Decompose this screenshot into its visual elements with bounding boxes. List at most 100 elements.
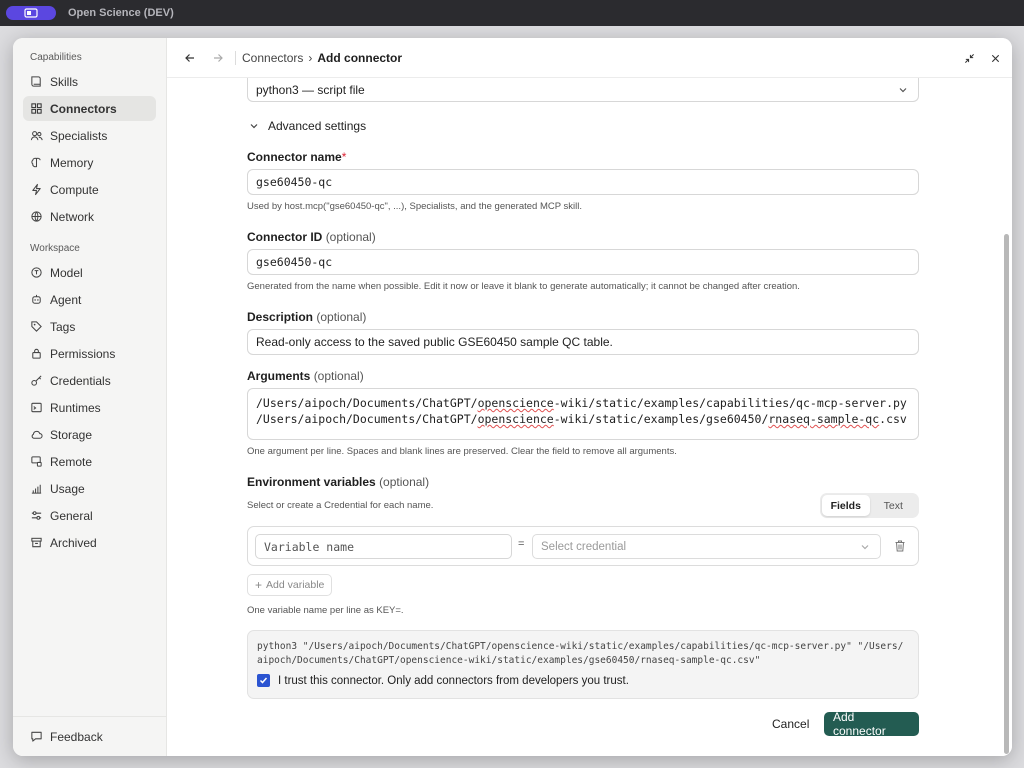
sidebar-item-network[interactable]: Network [23,204,156,229]
arguments-textarea[interactable]: /Users/aipoch/Documents/ChatGPT/openscie… [247,388,919,440]
chevron-down-icon [250,124,258,129]
sidebar-item-label: Usage [50,481,85,496]
sidebar-item-label: Storage [50,427,93,442]
brain-icon [31,157,41,168]
sidebar-item-label: Credentials [50,373,111,388]
credential-select[interactable]: Select credential [532,534,881,559]
sidebar-item-label: General [50,508,93,523]
forward-button[interactable] [207,47,229,69]
argument-line: /Users/aipoch/Documents/ChatGPT/openscie… [256,395,910,411]
form-scroll-area[interactable]: python3 — script file Advanced settings … [167,78,1000,756]
text-segment: /Users/aipoch/Documents/ChatGPT/ [256,412,478,426]
main-panel: Connectors › Add connector python3 — scr… [167,38,1012,756]
cancel-button[interactable]: Cancel [772,712,809,736]
sidebar-item-tags[interactable]: Tags [23,314,156,339]
page-title: Add connector [317,50,403,65]
back-button[interactable] [179,47,201,69]
users-icon [30,131,43,141]
env-variable-row: Variable name = Select credential [247,526,919,566]
sidebar-item-credentials[interactable]: Credentials [23,368,156,393]
sidebar-item-agent[interactable]: Agent [23,287,156,312]
connector-id-input[interactable]: gse60450-qc [247,249,919,275]
connector-name-input[interactable]: gse60450-qc [247,169,919,195]
sidebar: Capabilities Skills Connectors Specialis… [13,38,167,756]
sidebar-item-remote[interactable]: Remote [23,449,156,474]
text-segment: -wiki/static/examples/capabilities/qc-mc… [553,396,907,410]
sidebar-item-label: Permissions [50,346,116,361]
arrow-right-icon [214,53,223,62]
sidebar-section-capabilities: Capabilities [30,52,82,63]
sidebar-item-runtimes[interactable]: Runtimes [23,395,156,420]
minimize-button[interactable] [958,47,980,69]
settings-modal: Capabilities Skills Connectors Specialis… [13,38,1012,756]
connector-name-help: Used by host.mcp("gse60450-qc", ...), Sp… [247,201,583,212]
close-icon [991,54,999,62]
equals-sign: = [518,538,525,550]
sidebar-item-storage[interactable]: Storage [23,422,156,447]
env-format-help: One variable name per line as KEY=. [247,605,404,616]
sidebar-item-skills[interactable]: Skills [23,69,156,94]
scrollbar-thumb[interactable] [1004,234,1009,754]
app-icon[interactable] [6,6,56,20]
spellcheck-segment: openscience [477,412,554,426]
env-variables-label: Environment variables (optional) [247,475,429,489]
command-preview: python3 "/Users/aipoch/Documents/ChatGPT… [247,630,919,699]
checkmark-icon [259,677,268,684]
env-variables-help: Select or create a Credential for each n… [247,500,434,511]
sidebar-item-memory[interactable]: Memory [23,150,156,175]
label-text: Arguments [247,369,311,383]
agent-icon [32,294,41,304]
model-icon [31,267,42,278]
feedback-button[interactable]: Feedback [13,716,166,756]
close-button[interactable] [984,47,1006,69]
sidebar-item-label: Compute [50,182,99,197]
optional-text: (optional) [325,230,376,244]
variable-name-input[interactable]: Variable name [255,534,512,559]
divider [235,50,236,65]
sidebar-item-usage[interactable]: Usage [23,476,156,501]
sidebar-item-connectors[interactable]: Connectors [23,96,156,121]
archive-icon [31,537,42,548]
add-connector-button[interactable]: Add connector [824,710,919,738]
command-preview-text: python3 "/Users/aipoch/Documents/ChatGPT… [257,641,904,666]
breadcrumb-connectors[interactable]: Connectors [242,51,303,65]
arguments-help: One argument per line. Spaces and blank … [247,446,677,457]
sidebar-item-label: Memory [50,155,94,170]
message-icon [31,731,42,742]
sidebar-section-workspace: Workspace [30,243,80,254]
advanced-settings-toggle[interactable]: Advanced settings [249,119,366,133]
select-placeholder: Select credential [541,540,627,553]
sidebar-item-specialists[interactable]: Specialists [23,123,156,148]
label-text: Connector name [247,150,342,164]
sidebar-item-archived[interactable]: Archived [23,530,156,555]
description-label: Description (optional) [247,310,366,324]
required-mark: * [341,150,347,164]
tab-text[interactable]: Text [870,495,918,516]
trust-checkbox[interactable] [257,674,270,687]
add-variable-button[interactable]: + Add variable [247,574,333,596]
input-value: gse60450-qc [256,175,333,189]
label-text: Connector ID [247,230,323,244]
sidebar-item-permissions[interactable]: Permissions [23,341,156,366]
connector-id-label: Connector ID (optional) [247,230,376,244]
connector-name-label: Connector name* [247,150,346,164]
arrow-left-icon [185,53,194,62]
sidebar-item-general[interactable]: General [23,503,156,528]
chart-icon [31,484,42,494]
breadcrumb-separator: › [308,50,313,65]
sidebar-item-label: Network [50,209,95,224]
sidebar-item-label: Connectors [50,101,117,116]
description-input[interactable]: Read-only access to the saved public GSE… [247,329,919,355]
sidebar-item-compute[interactable]: Compute [23,177,156,202]
sidebar-item-label: Archived [50,535,97,550]
tab-fields[interactable]: Fields [822,495,870,516]
window-title: Open Science (DEV) [68,7,174,19]
cloud-icon [31,430,43,439]
runtime-select-value: python3 — script file [256,82,365,97]
sidebar-item-label: Skills [50,74,79,89]
sidebar-item-model[interactable]: Model [23,260,156,285]
key-icon [31,375,42,386]
spellcheck-segment: openscience [477,396,554,410]
runtime-select[interactable]: python3 — script file [247,78,919,102]
trash-icon[interactable] [893,539,907,553]
